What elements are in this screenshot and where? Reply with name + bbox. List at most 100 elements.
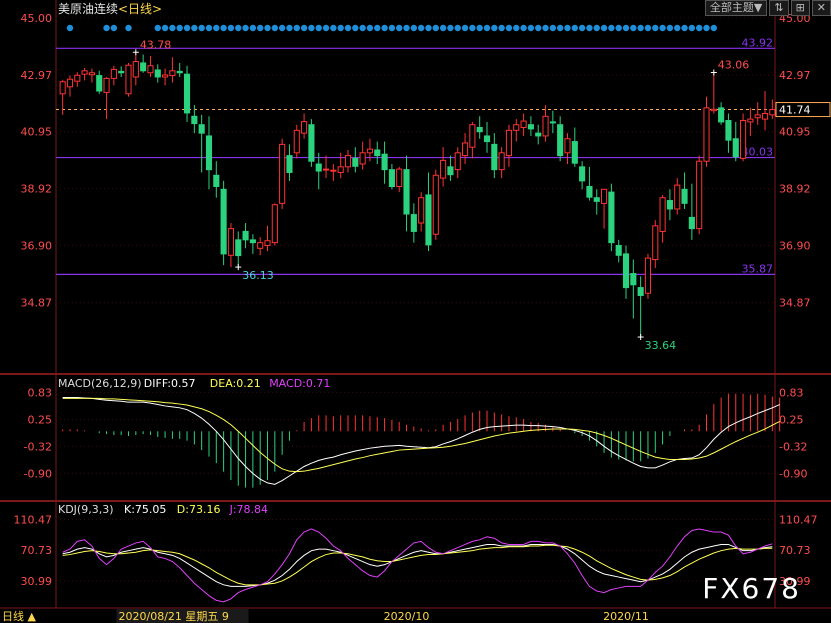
candle-body [191, 115, 198, 125]
candle-body [491, 143, 498, 171]
signal-dot [154, 24, 161, 32]
candle-body [608, 191, 615, 244]
signal-dot [447, 24, 454, 32]
signal-dot [483, 24, 491, 32]
candle-body [418, 197, 425, 224]
candle-body [761, 112, 769, 120]
candle-body [132, 61, 139, 78]
candle-body [81, 70, 88, 75]
theme-select-button[interactable]: 全部主题▼ [704, 0, 768, 16]
macd-tick-left: -0.90 [24, 468, 52, 481]
kdj-legend: D:73.16 [177, 503, 221, 516]
signal-dot [352, 24, 359, 32]
kdj-tick-left: 70.73 [21, 544, 53, 557]
price-tick-right: 40.95 [779, 126, 811, 139]
candle-body [666, 200, 673, 210]
signal-dot [637, 24, 644, 32]
candle-body [213, 174, 220, 187]
signal-dot [410, 24, 418, 32]
candle-body [535, 132, 542, 137]
candle-body [140, 62, 147, 72]
candle-body [527, 124, 534, 130]
signal-dot [103, 24, 110, 32]
signal-dot [161, 24, 169, 32]
candle-body [696, 160, 703, 230]
candle-body [732, 138, 739, 158]
signal-dot [308, 24, 315, 32]
candle-body [769, 109, 776, 116]
candle-body [169, 70, 176, 77]
price-tick-left: 40.95 [21, 126, 53, 139]
signal-dot [608, 24, 615, 32]
candle-body [359, 152, 366, 165]
candle-body [147, 65, 154, 74]
signal-dot [366, 24, 374, 32]
signal-dot [535, 24, 542, 32]
kdj-j-line [62, 528, 773, 603]
candle-body [461, 142, 469, 157]
signal-dot [615, 24, 622, 32]
signal-dot [322, 24, 330, 32]
window-icon[interactable]: ⊞ [790, 0, 810, 16]
candle-body [520, 120, 527, 129]
candle-body [403, 169, 410, 215]
candle-body [586, 186, 593, 198]
candle-body [242, 230, 249, 241]
macd-diff-line [62, 396, 780, 485]
signal-dot [235, 24, 242, 32]
signal-dot [242, 24, 249, 32]
candle-body [235, 239, 242, 257]
macd-legend: DIFF:0.57 [144, 377, 196, 390]
signal-dot [396, 24, 403, 32]
close-icon[interactable]: ✕ [811, 0, 831, 16]
macd-tick-right: -0.32 [779, 440, 807, 453]
kdj-tick-right: 110.47 [779, 513, 818, 526]
candle-body [557, 124, 564, 157]
candle-body [710, 108, 717, 112]
candle-body [366, 148, 374, 154]
signal-dot [461, 24, 469, 32]
candle-body [725, 120, 732, 141]
period-tab: 日线 ▲ [2, 609, 36, 623]
signal-dot [513, 24, 520, 32]
candle-body [396, 168, 403, 187]
signal-dot [176, 24, 183, 32]
signal-dot [498, 24, 505, 32]
macd-legend: DEA:0.21 [210, 377, 261, 390]
candle-body [315, 163, 322, 172]
candle-body [659, 197, 666, 232]
candle-body [432, 174, 439, 235]
candle-body [381, 153, 388, 171]
macd-legend: MACD(26,12,9) [58, 377, 142, 390]
candle-body [205, 135, 213, 171]
signal-dot [403, 24, 410, 32]
candle-body [103, 77, 110, 93]
candle-body [308, 124, 315, 162]
price-tick-left: 38.92 [21, 183, 53, 196]
signal-dot [652, 24, 659, 32]
signal-dot [191, 24, 198, 32]
signal-dot [425, 24, 432, 32]
candle-body [330, 169, 337, 172]
watermark: FX678 [702, 572, 801, 605]
signal-dot [571, 24, 579, 32]
candle-body [176, 70, 183, 74]
signal-dot [564, 24, 571, 32]
kdj-k-line [62, 543, 773, 587]
candle-body [59, 81, 66, 95]
kdj-tick-left: 110.47 [14, 513, 53, 526]
candle-body [344, 155, 352, 168]
price-tick-right: 34.87 [779, 296, 811, 309]
candle-body [425, 194, 432, 246]
signal-dot [125, 24, 132, 32]
layout-icon[interactable]: ⇅ [769, 0, 789, 16]
candle-body [681, 188, 688, 204]
candle-body [227, 228, 234, 256]
level-label: 40.03 [742, 146, 774, 159]
candle-body [293, 129, 300, 154]
signal-dot [300, 24, 308, 32]
signal-dot [527, 24, 535, 32]
price-tick-left: 34.87 [21, 296, 53, 309]
kdj-legend: KDJ(9,3,3) [58, 503, 114, 516]
annotation-label: 43.06 [718, 58, 750, 71]
